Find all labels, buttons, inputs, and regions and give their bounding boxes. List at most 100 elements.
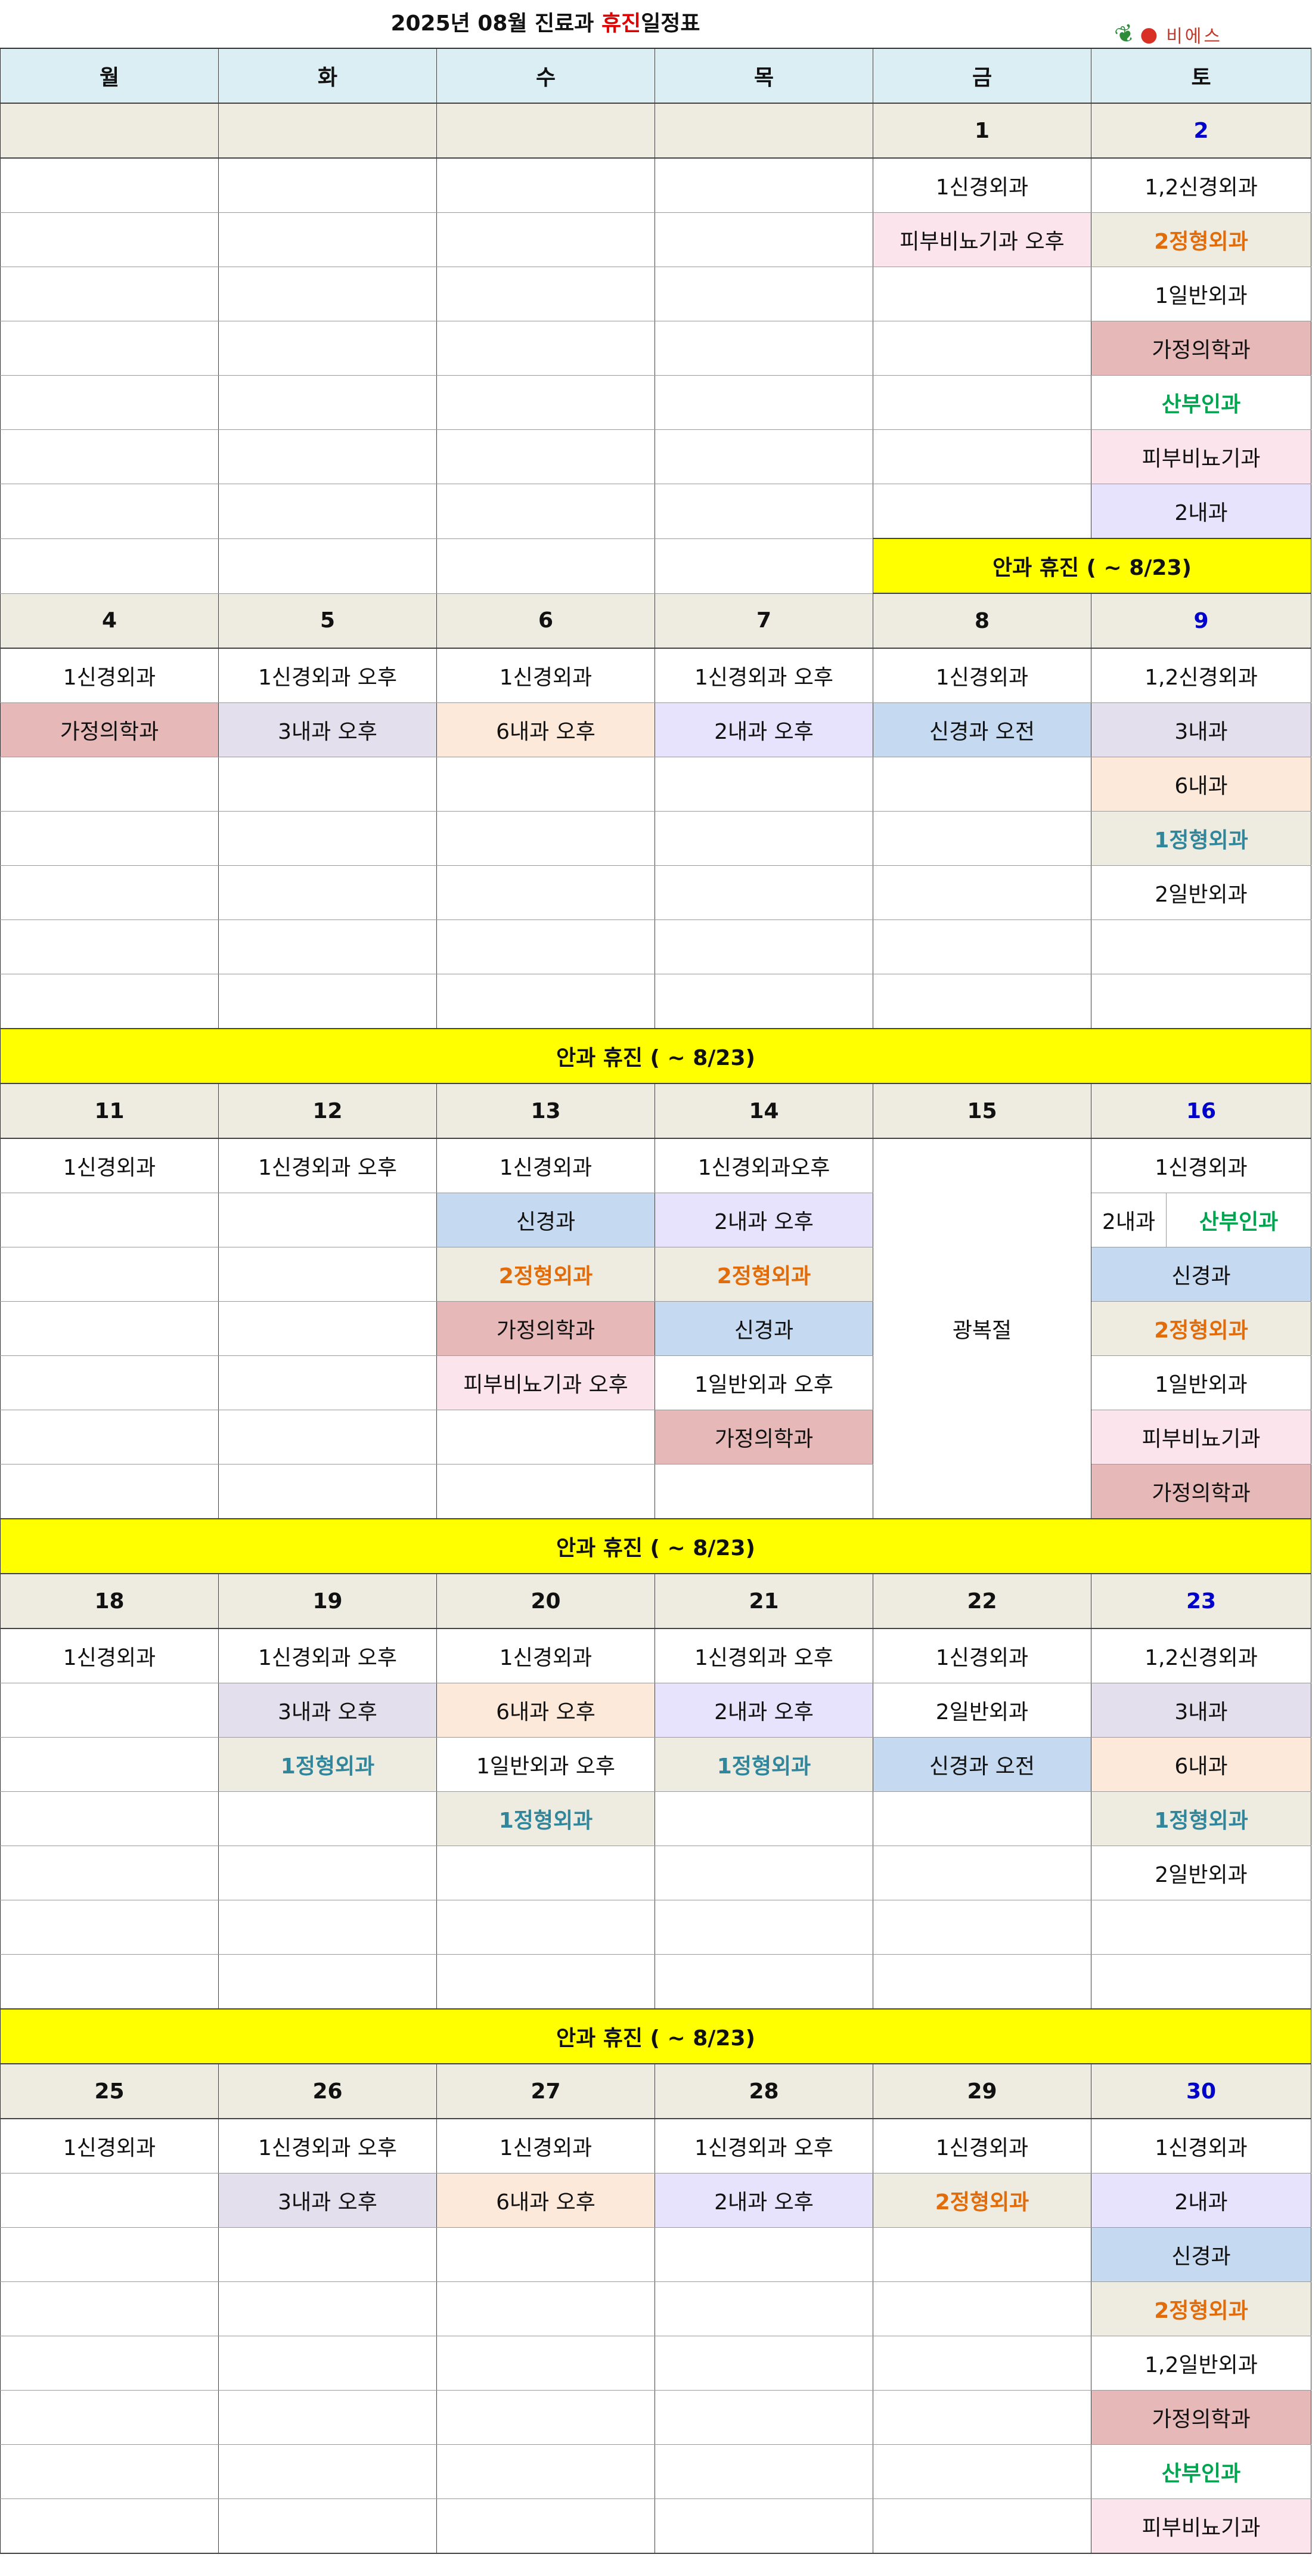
date-cell: 7 <box>655 593 873 649</box>
schedule-cell: 6내과 <box>1091 1737 1311 1792</box>
schedule-cell: 3내과 오후 <box>218 1683 437 1738</box>
date-cell <box>436 103 655 159</box>
date-cell <box>655 103 873 159</box>
schedule-cell: 가정의학과 <box>655 1410 873 1465</box>
schedule-cell <box>0 2498 219 2554</box>
title-highlight: 휴진 <box>601 11 641 36</box>
schedule-cell: 신경과 오전 <box>873 702 1091 757</box>
date-cell: 19 <box>218 1574 437 1629</box>
schedule-cell <box>436 212 655 267</box>
schedule-cell: 신경과 <box>655 1301 873 1356</box>
schedule-row: 가정의학과 <box>0 1464 1311 1519</box>
schedule-cell: 1신경외과 <box>873 648 1091 703</box>
schedule-row: 1신경외과 1신경외과 오후 1신경외과 1신경외과 오후 1신경외과 1,2신경외과 <box>0 648 1311 703</box>
schedule-cell <box>655 1900 873 1955</box>
schedule-cell: 2내과 오후 <box>655 1683 873 1738</box>
schedule-cell <box>873 267 1091 321</box>
schedule-cell <box>873 811 1091 866</box>
schedule-row: 1신경외과 1신경외과 오후 1신경외과 1신경외과 오후 1신경외과 1신경외과 <box>0 2119 1311 2174</box>
schedule-row: 2정형외과 <box>0 2281 1311 2336</box>
schedule-row: 피부비뇨기과 <box>0 429 1311 484</box>
holiday-cell: 광복절 <box>873 1138 1091 1519</box>
schedule-cell <box>873 321 1091 376</box>
schedule-cell <box>0 1846 219 1900</box>
schedule-cell <box>218 2336 437 2391</box>
date-cell: 26 <box>218 2064 437 2119</box>
schedule-cell: 1신경외과 <box>0 1138 219 1193</box>
schedule-cell <box>655 267 873 321</box>
schedule-cell <box>218 158 437 213</box>
title-prefix: 2025년 08월 진료과 <box>390 11 601 36</box>
schedule-cell <box>436 2390 655 2445</box>
schedule-cell <box>218 429 437 484</box>
schedule-cell <box>873 974 1091 1029</box>
dept-cell-part: 산부인과 <box>1199 1210 1279 1234</box>
weekday-header-cell: 월 <box>0 48 219 104</box>
schedule-row: 1정형외과 1일반외과 오후 1정형외과 신경과 오전 6내과 <box>0 1737 1311 1792</box>
schedule-cell: 피부비뇨기과 <box>1091 2498 1311 2554</box>
schedule-cell <box>436 1846 655 1900</box>
schedule-cell <box>218 1193 437 1247</box>
logo-mark-icon: ● <box>1140 23 1158 47</box>
schedule-row: 2정형외과 2정형외과 신경과 <box>0 1247 1311 1302</box>
eye-clinic-notice: 안과 휴진 ( ~ 8/23) <box>0 2008 1311 2064</box>
hospital-logo: ❦ ● 비에스 <box>1115 21 1312 48</box>
schedule-cell <box>436 1410 655 1465</box>
date-cell: 9 <box>1091 593 1311 649</box>
schedule-cell-split: 2내과 산부인과 <box>1091 1193 1311 1247</box>
schedule-cell: 피부비뇨기과 오후 <box>436 1355 655 1410</box>
date-cell: 21 <box>655 1574 873 1629</box>
schedule-row: 피부비뇨기과 오후 2정형외과 <box>0 212 1311 267</box>
schedule-cell <box>655 212 873 267</box>
schedule-cell: 가정의학과 <box>1091 2390 1311 2445</box>
schedule-cell <box>218 1791 437 1846</box>
schedule-cell <box>655 2444 873 2499</box>
date-cell <box>0 103 219 159</box>
schedule-cell <box>873 2390 1091 2445</box>
schedule-cell: 2일반외과 <box>873 1683 1091 1738</box>
schedule-cell <box>873 1846 1091 1900</box>
schedule-table: 월 화 수 목 금 토 1 2 1신경외과 1,2신경외과 피부비뇨기과 오후 2정형외과 1일반외과 가… <box>0 48 1311 2554</box>
schedule-cell <box>0 2173 219 2228</box>
schedule-cell <box>655 484 873 539</box>
schedule-cell <box>873 919 1091 974</box>
schedule-cell <box>655 158 873 213</box>
split-container: 2내과 산부인과 <box>1091 1193 1311 1247</box>
date-cell: 8 <box>873 593 1091 649</box>
schedule-cell <box>218 1464 437 1519</box>
schedule-row <box>0 1954 1311 2010</box>
schedule-cell <box>0 1193 219 1247</box>
schedule-cell <box>0 1791 219 1846</box>
schedule-cell: 1신경외과 오후 <box>218 1138 437 1193</box>
schedule-cell <box>0 267 219 321</box>
schedule-cell: 1신경외과 <box>0 648 219 703</box>
schedule-row: 1정형외과 <box>0 811 1311 866</box>
schedule-row: 1신경외과 1,2신경외과 <box>0 158 1311 213</box>
schedule-cell: 1,2신경외과 <box>1091 648 1311 703</box>
schedule-row: 1정형외과 1정형외과 <box>0 1791 1311 1846</box>
notice-row: 안과 휴진 ( ~ 8/23) <box>0 1028 1311 1084</box>
notice-row: 안과 휴진 ( ~ 8/23) <box>0 2008 1311 2064</box>
schedule-cell: 1신경외과 <box>1091 2119 1311 2174</box>
schedule-cell <box>655 919 873 974</box>
date-cell: 29 <box>873 2064 1091 2119</box>
schedule-cell <box>218 321 437 376</box>
schedule-cell <box>436 1954 655 2010</box>
schedule-row: 산부인과 <box>0 375 1311 430</box>
schedule-cell: 신경과 <box>1091 2227 1311 2282</box>
schedule-cell: 6내과 <box>1091 757 1311 812</box>
schedule-cell: 산부인과 <box>1091 375 1311 430</box>
schedule-cell <box>0 158 219 213</box>
schedule-cell: 2정형외과 <box>873 2173 1091 2228</box>
schedule-cell: 1,2신경외과 <box>1091 158 1311 213</box>
schedule-cell <box>436 974 655 1029</box>
schedule-cell: 1신경외과 오후 <box>218 1628 437 1683</box>
schedule-cell: 2정형외과 <box>655 1247 873 1302</box>
schedule-row: 2일반외과 <box>0 865 1311 920</box>
schedule-cell: 1정형외과 <box>1091 811 1311 866</box>
schedule-cell <box>218 2281 437 2336</box>
schedule-cell <box>873 2444 1091 2499</box>
schedule-row: 1일반외과 <box>0 267 1311 321</box>
weekday-header-cell: 화 <box>218 48 437 104</box>
schedule-cell <box>655 2336 873 2391</box>
